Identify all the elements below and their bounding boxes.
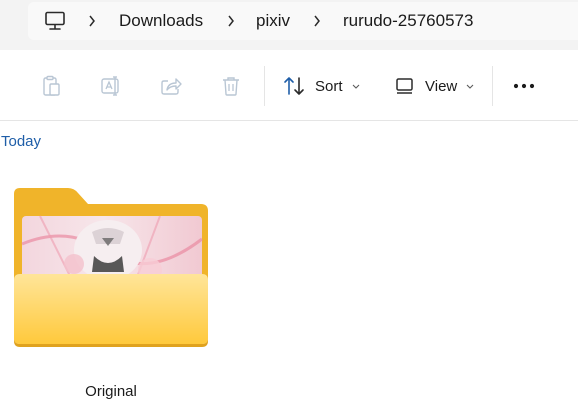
command-bar: Sort View: [0, 50, 578, 121]
chevron-right-icon: [89, 15, 95, 27]
folder-with-preview-icon: [14, 188, 208, 347]
breadcrumb-downloads[interactable]: Downloads: [119, 11, 203, 31]
breadcrumb-pixiv[interactable]: pixiv: [256, 11, 290, 31]
breadcrumb-current-folder[interactable]: rurudo-25760573: [343, 11, 473, 31]
file-explorer-window: Downloads pixiv rurudo-25760573 Sort Vie…: [0, 0, 578, 416]
chevron-down-icon: [352, 84, 359, 89]
this-pc-icon[interactable]: [44, 11, 66, 31]
sort-button[interactable]: Sort: [283, 70, 360, 102]
folder-item[interactable]: Original: [10, 180, 212, 410]
view-button[interactable]: View: [395, 70, 474, 102]
chevron-down-icon: [466, 84, 474, 89]
folder-name: Original: [85, 383, 137, 400]
paste-icon[interactable]: [40, 75, 62, 97]
divider: [264, 66, 265, 106]
address-area: Downloads pixiv rurudo-25760573: [0, 0, 578, 50]
rename-icon[interactable]: [100, 75, 122, 97]
sort-label: Sort: [315, 77, 343, 95]
delete-icon[interactable]: [220, 75, 242, 97]
share-icon[interactable]: [160, 75, 182, 97]
sort-icon: [284, 77, 304, 95]
chevron-right-icon: [228, 15, 234, 27]
more-options-button[interactable]: [510, 70, 538, 102]
address-bar[interactable]: Downloads pixiv rurudo-25760573: [28, 2, 578, 40]
chevron-right-icon: [314, 15, 320, 27]
more-options-icon: [513, 83, 535, 89]
divider: [492, 66, 493, 106]
group-header-today[interactable]: Today: [1, 133, 41, 150]
view-label: View: [425, 77, 458, 95]
view-icon: [396, 78, 413, 94]
